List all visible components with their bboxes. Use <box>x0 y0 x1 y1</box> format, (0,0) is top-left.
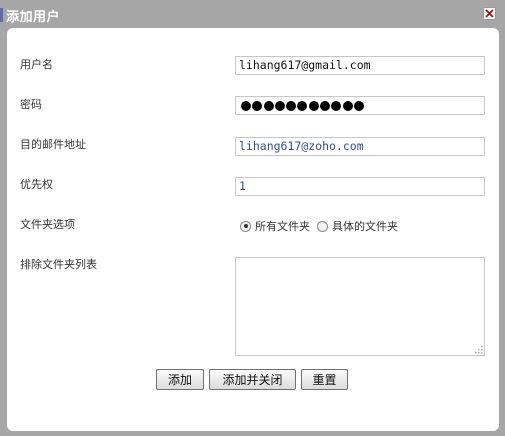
exclude-folder-list-label: 排除文件夹列表 <box>20 258 97 271</box>
password-mask-dot <box>286 100 297 111</box>
password-mask-dot <box>252 100 263 111</box>
resize-grip-icon[interactable] <box>473 344 483 354</box>
radio-all-folders[interactable]: 所有文件夹 <box>240 218 310 234</box>
priority-label: 优先权 <box>20 178 53 191</box>
username-label: 用户名 <box>20 58 53 71</box>
radio-all-folders-label: 所有文件夹 <box>255 220 310 233</box>
dialog-titlebar: 添加用户 <box>0 0 505 28</box>
password-mask-dot <box>353 100 364 111</box>
close-button[interactable] <box>483 7 496 20</box>
password-mask-dot <box>331 100 342 111</box>
folder-option-group: 所有文件夹 具体的文件夹 <box>240 218 405 234</box>
password-input[interactable] <box>235 96 485 115</box>
priority-input[interactable]: 1 <box>235 177 485 196</box>
password-mask <box>239 99 481 112</box>
title-edge-marker <box>0 8 3 22</box>
destination-email-input[interactable]: lihang617@zoho.com <box>235 137 485 156</box>
dialog-title: 添加用户 <box>6 10 61 25</box>
destination-email-label: 目的邮件地址 <box>20 138 86 151</box>
password-mask-dot <box>308 100 319 111</box>
add-user-dialog: 添加用户 用户名 lihang617@gmail.com 密码 目的邮件地址 l… <box>0 0 505 436</box>
password-mask-dot <box>342 100 353 111</box>
add-button[interactable]: 添加 <box>156 369 204 390</box>
username-input[interactable]: lihang617@gmail.com <box>235 56 485 75</box>
radio-specific-folders-control[interactable] <box>317 220 328 232</box>
folder-option-label: 文件夹选项 <box>20 218 75 231</box>
add-and-close-button[interactable]: 添加并关闭 <box>209 369 296 390</box>
close-icon <box>485 9 494 18</box>
password-mask-dot <box>274 100 285 111</box>
password-mask-dot <box>241 100 251 111</box>
radio-all-folders-control[interactable] <box>240 220 251 232</box>
exclude-folder-list-textarea[interactable] <box>235 257 485 356</box>
password-mask-dot <box>263 100 274 111</box>
reset-button[interactable]: 重置 <box>301 369 348 390</box>
password-mask-dot <box>297 100 308 111</box>
password-label: 密码 <box>20 98 42 111</box>
radio-specific-folders[interactable]: 具体的文件夹 <box>317 218 398 234</box>
password-mask-dot <box>320 100 331 111</box>
radio-specific-folders-label: 具体的文件夹 <box>332 220 398 233</box>
